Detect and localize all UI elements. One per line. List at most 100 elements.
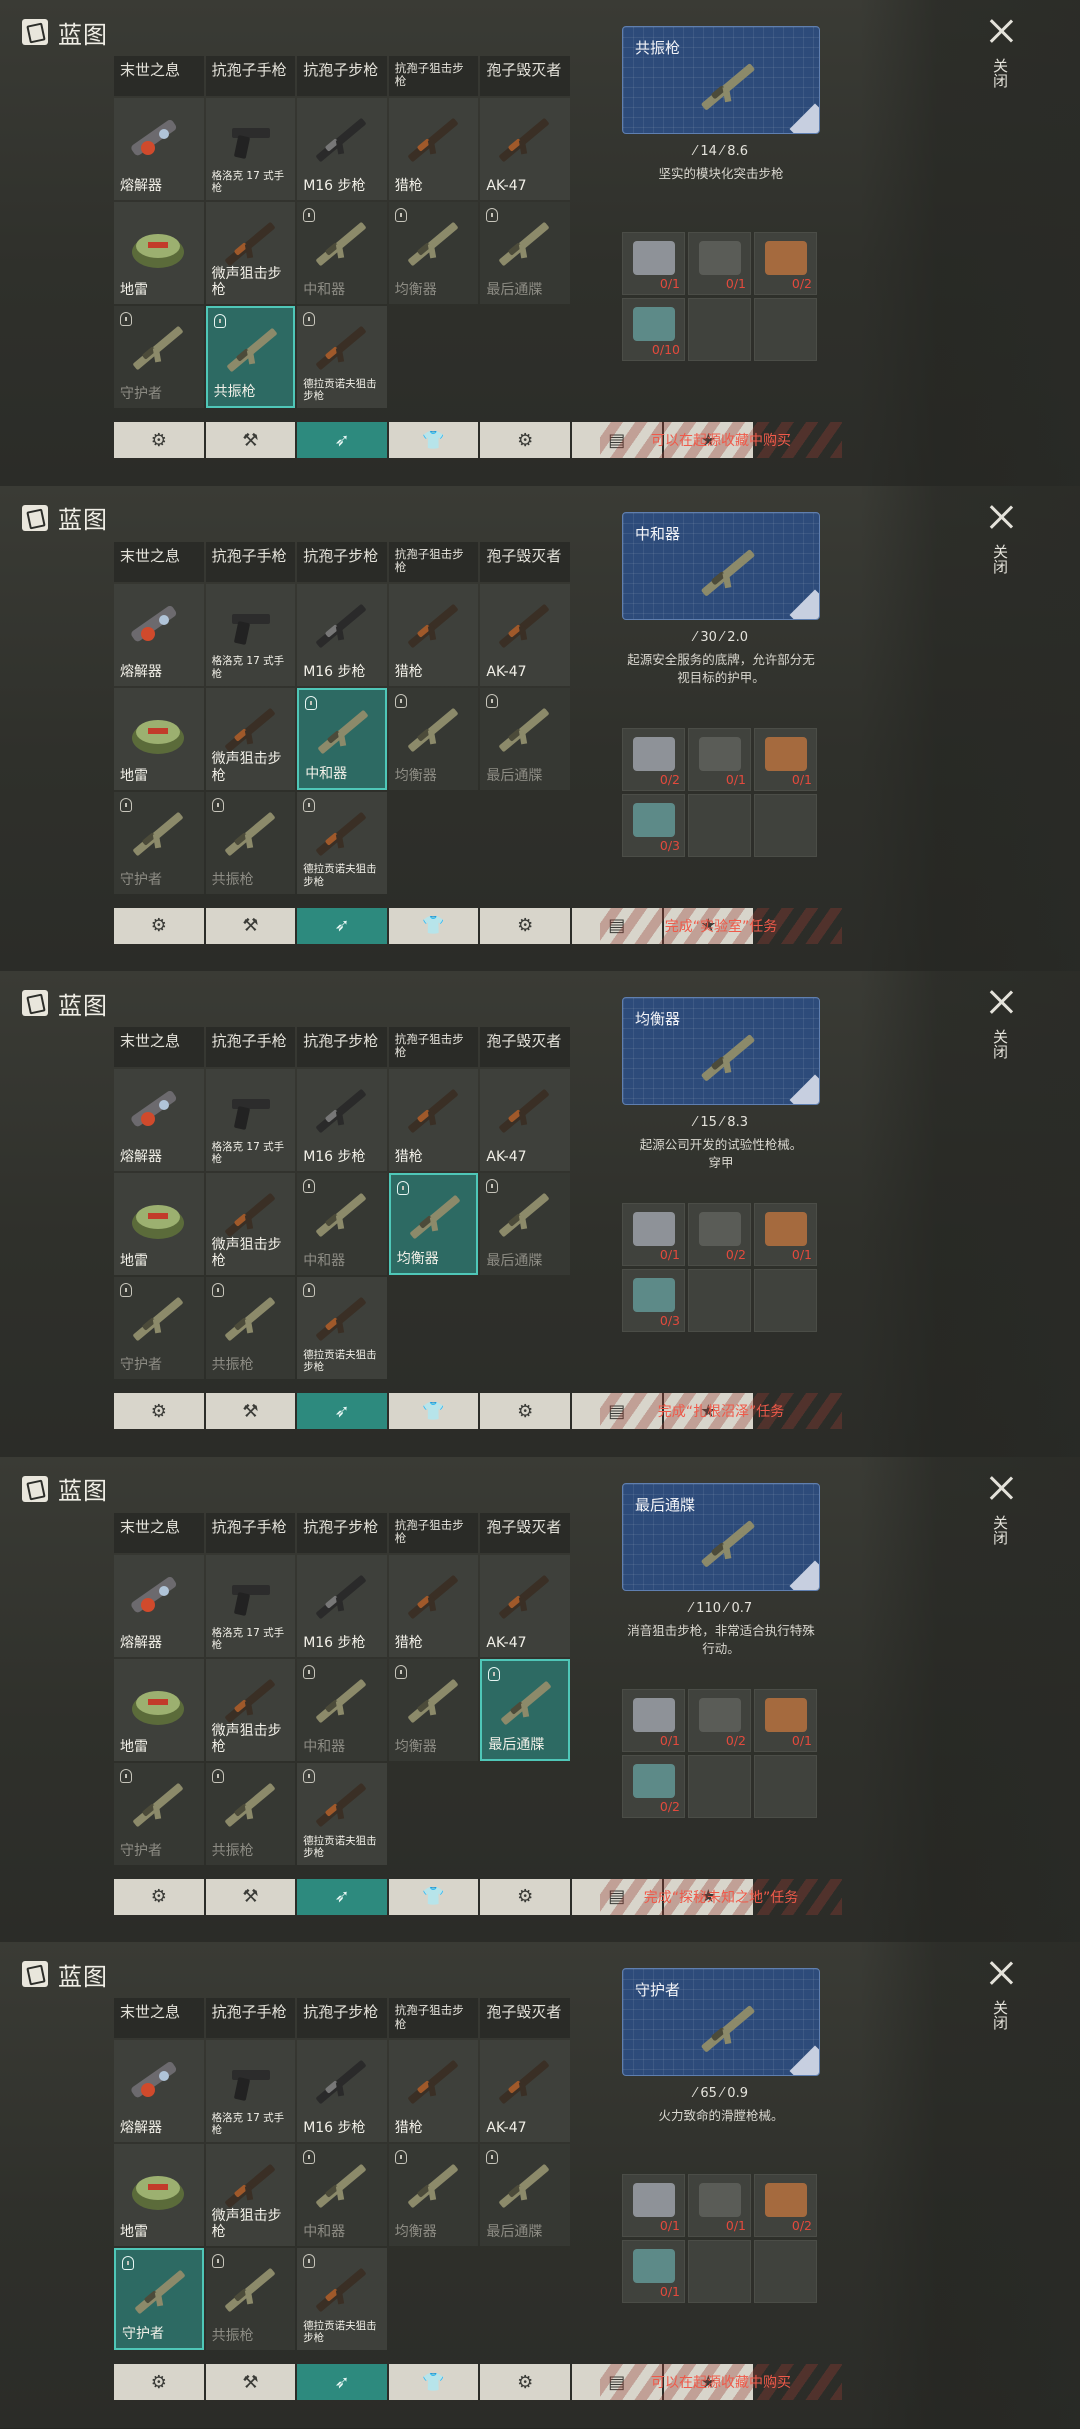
weapon-slot[interactable]: 共振枪 bbox=[205, 1277, 296, 1380]
weapon-slot[interactable]: 均衡器 bbox=[388, 1658, 479, 1761]
tab-axe-icon[interactable]: ⚒ bbox=[205, 907, 296, 944]
tab-rifle-icon[interactable]: ➶ bbox=[297, 1878, 387, 1915]
weapon-slot[interactable]: M16 步枪 bbox=[297, 1069, 387, 1172]
weapon-slot[interactable]: AK-47 bbox=[480, 583, 570, 686]
weapon-slot[interactable]: 均衡器 bbox=[388, 2144, 479, 2247]
weapon-slot[interactable]: M16 步枪 bbox=[297, 2040, 387, 2143]
material-slot[interactable] bbox=[754, 2240, 817, 2304]
tab-axe-icon[interactable]: ⚒ bbox=[205, 422, 296, 458]
close-label[interactable]: 关闭 bbox=[990, 1515, 1011, 1545]
close-icon[interactable] bbox=[988, 1475, 1014, 1501]
category-3[interactable]: 抗孢子狙击步枪 bbox=[388, 1027, 479, 1068]
material-slot[interactable]: 0/1 bbox=[622, 2174, 685, 2238]
material-slot[interactable]: 0/3 bbox=[622, 793, 685, 857]
unlock-requirement[interactable]: 可以在起源收藏中购买 bbox=[600, 2364, 842, 2401]
weapon-slot[interactable]: AK-47 bbox=[480, 2040, 570, 2143]
category-1[interactable]: 抗孢子手枪 bbox=[205, 1998, 296, 2039]
tab-gear-icon[interactable]: ⚙ bbox=[480, 1878, 570, 1915]
category-0[interactable]: 末世之息 bbox=[114, 541, 204, 582]
tab-shirt-icon[interactable]: 👕 bbox=[388, 422, 479, 458]
weapon-slot[interactable]: 微声狙击步枪 bbox=[205, 687, 296, 790]
weapon-slot[interactable]: 熔解器 bbox=[114, 1069, 204, 1172]
weapon-slot[interactable]: 猎枪 bbox=[388, 583, 479, 686]
category-2[interactable]: 抗孢子步枪 bbox=[297, 56, 387, 96]
category-0[interactable]: 末世之息 bbox=[114, 1027, 204, 1068]
category-3[interactable]: 抗孢子狙击步枪 bbox=[388, 541, 479, 582]
tab-axe-icon[interactable]: ⚒ bbox=[205, 1878, 296, 1915]
tab-rifle-icon[interactable]: ➶ bbox=[297, 422, 387, 458]
category-4[interactable]: 孢子毁灭者 bbox=[480, 56, 570, 96]
tab-gear-icon[interactable]: ⚙ bbox=[480, 422, 570, 458]
weapon-slot[interactable]: 中和器 bbox=[297, 2144, 387, 2247]
weapon-slot[interactable]: 均衡器 bbox=[388, 687, 479, 790]
tab-shirt-icon[interactable]: 👕 bbox=[388, 1878, 479, 1915]
tab-blueprint-tool-icon[interactable]: ⚙ bbox=[114, 1878, 204, 1915]
tab-shirt-icon[interactable]: 👕 bbox=[388, 907, 479, 944]
category-4[interactable]: 孢子毁灭者 bbox=[480, 1998, 570, 2039]
material-slot[interactable]: 0/2 bbox=[688, 1688, 751, 1752]
weapon-slot[interactable]: 格洛克 17 式手枪 bbox=[205, 98, 296, 200]
tab-axe-icon[interactable]: ⚒ bbox=[205, 2364, 296, 2401]
unlock-requirement[interactable]: 可以在起源收藏中购买 bbox=[600, 422, 842, 458]
weapon-slot[interactable]: 熔解器 bbox=[114, 98, 204, 200]
weapon-slot[interactable]: 均衡器 bbox=[388, 202, 479, 304]
material-slot[interactable] bbox=[688, 298, 751, 361]
material-slot[interactable]: 0/1 bbox=[622, 1203, 685, 1267]
tab-rifle-icon[interactable]: ➶ bbox=[297, 2364, 387, 2401]
weapon-slot[interactable]: 守护者 bbox=[114, 306, 204, 408]
category-4[interactable]: 孢子毁灭者 bbox=[480, 1027, 570, 1068]
weapon-slot[interactable]: 中和器 bbox=[297, 202, 387, 304]
material-slot[interactable] bbox=[754, 793, 817, 857]
material-slot[interactable] bbox=[688, 2240, 751, 2304]
material-slot[interactable] bbox=[754, 298, 817, 361]
tab-axe-icon[interactable]: ⚒ bbox=[205, 1393, 296, 1430]
weapon-slot[interactable]: M16 步枪 bbox=[297, 583, 387, 686]
weapon-slot[interactable]: 格洛克 17 式手枪 bbox=[205, 1069, 296, 1172]
weapon-slot[interactable]: 熔解器 bbox=[114, 583, 204, 686]
weapon-slot[interactable]: 猎枪 bbox=[388, 98, 479, 200]
weapon-slot[interactable]: 地雷 bbox=[114, 687, 204, 790]
weapon-slot[interactable]: 地雷 bbox=[114, 202, 204, 304]
weapon-slot[interactable]: 中和器 bbox=[297, 1173, 387, 1276]
category-3[interactable]: 抗孢子狙击步枪 bbox=[388, 56, 479, 96]
close-icon[interactable] bbox=[988, 18, 1014, 44]
weapon-slot[interactable]: 猎枪 bbox=[388, 1069, 479, 1172]
weapon-slot[interactable]: 最后通牒 bbox=[480, 202, 570, 304]
tab-blueprint-tool-icon[interactable]: ⚙ bbox=[114, 2364, 204, 2401]
weapon-slot[interactable]: 微声狙击步枪 bbox=[205, 1658, 296, 1761]
material-slot[interactable]: 0/1 bbox=[754, 727, 817, 791]
tab-rifle-icon[interactable]: ➶ bbox=[297, 907, 387, 944]
weapon-slot[interactable]: 德拉贡诺夫狙击步枪 bbox=[297, 2248, 387, 2351]
weapon-slot[interactable]: 德拉贡诺夫狙击步枪 bbox=[297, 1277, 387, 1380]
material-slot[interactable]: 0/1 bbox=[754, 1203, 817, 1267]
category-1[interactable]: 抗孢子手枪 bbox=[205, 1512, 296, 1553]
weapon-slot[interactable]: 共振枪 bbox=[205, 306, 296, 408]
weapon-slot[interactable]: 中和器 bbox=[297, 687, 387, 790]
weapon-slot[interactable]: 微声狙击步枪 bbox=[205, 2144, 296, 2247]
tab-blueprint-tool-icon[interactable]: ⚙ bbox=[114, 1393, 204, 1430]
material-slot[interactable] bbox=[688, 1269, 751, 1333]
material-slot[interactable]: 0/1 bbox=[622, 1688, 685, 1752]
category-0[interactable]: 末世之息 bbox=[114, 1998, 204, 2039]
material-slot[interactable] bbox=[688, 793, 751, 857]
close-icon[interactable] bbox=[988, 504, 1014, 530]
material-slot[interactable]: 0/3 bbox=[622, 1269, 685, 1333]
weapon-slot[interactable]: 守护者 bbox=[114, 1277, 204, 1380]
weapon-slot[interactable]: 格洛克 17 式手枪 bbox=[205, 2040, 296, 2143]
category-1[interactable]: 抗孢子手枪 bbox=[205, 56, 296, 96]
weapon-slot[interactable]: 熔解器 bbox=[114, 2040, 204, 2143]
weapon-slot[interactable]: 熔解器 bbox=[114, 1554, 204, 1657]
material-slot[interactable] bbox=[754, 1754, 817, 1818]
material-slot[interactable]: 0/1 bbox=[688, 727, 751, 791]
weapon-slot[interactable]: 共振枪 bbox=[205, 791, 296, 894]
weapon-slot[interactable]: 均衡器 bbox=[388, 1173, 479, 1276]
material-slot[interactable]: 0/2 bbox=[688, 1203, 751, 1267]
weapon-slot[interactable]: 微声狙击步枪 bbox=[205, 1173, 296, 1276]
weapon-slot[interactable]: 德拉贡诺夫狙击步枪 bbox=[297, 1762, 387, 1865]
weapon-slot[interactable]: 猎枪 bbox=[388, 1554, 479, 1657]
category-0[interactable]: 末世之息 bbox=[114, 1512, 204, 1553]
close-label[interactable]: 关闭 bbox=[990, 544, 1011, 574]
close-label[interactable]: 关闭 bbox=[990, 58, 1011, 88]
weapon-slot[interactable]: 猎枪 bbox=[388, 2040, 479, 2143]
weapon-slot[interactable]: 格洛克 17 式手枪 bbox=[205, 583, 296, 686]
